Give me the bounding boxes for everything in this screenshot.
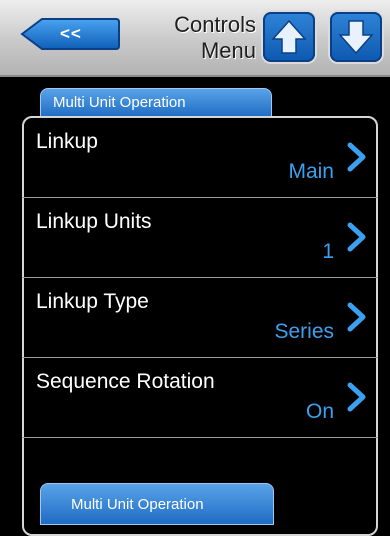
- row-linkup-units[interactable]: Linkup Units 1: [22, 198, 378, 278]
- row-sequence-rotation[interactable]: Sequence Rotation On: [22, 358, 378, 438]
- chevron-right-icon: [347, 302, 366, 332]
- section-tab: Multi Unit Operation: [40, 88, 272, 117]
- title-line-1: Controls: [174, 12, 256, 37]
- bottom-section-tab[interactable]: Multi Unit Operation: [40, 483, 274, 525]
- page-title: Controls Menu: [174, 12, 256, 64]
- chevron-right-icon: [347, 142, 366, 172]
- row-linkup[interactable]: Linkup Main: [22, 118, 378, 198]
- chevron-right-icon: [347, 222, 366, 252]
- row-label: Linkup Units: [36, 210, 152, 233]
- row-label: Linkup: [36, 130, 98, 153]
- row-value: Main: [288, 160, 334, 183]
- header-bar: << Controls Menu: [0, 0, 390, 77]
- row-linkup-type[interactable]: Linkup Type Series: [22, 278, 378, 358]
- back-button[interactable]: <<: [20, 17, 120, 51]
- up-arrow-icon: [271, 19, 307, 54]
- section-tab-label: Multi Unit Operation: [53, 94, 186, 111]
- scroll-down-button[interactable]: [330, 12, 382, 62]
- scroll-up-button[interactable]: [263, 12, 315, 62]
- title-line-2: Menu: [200, 38, 256, 63]
- row-value: Series: [274, 320, 334, 343]
- chevron-right-icon: [347, 382, 366, 412]
- bottom-tab-label: Multi Unit Operation: [71, 496, 204, 513]
- row-value: On: [305, 400, 334, 423]
- row-value: 1: [322, 240, 334, 263]
- row-label: Linkup Type: [36, 290, 149, 313]
- row-label: Sequence Rotation: [36, 370, 215, 393]
- down-arrow-icon: [338, 20, 374, 55]
- back-label: <<: [60, 24, 82, 43]
